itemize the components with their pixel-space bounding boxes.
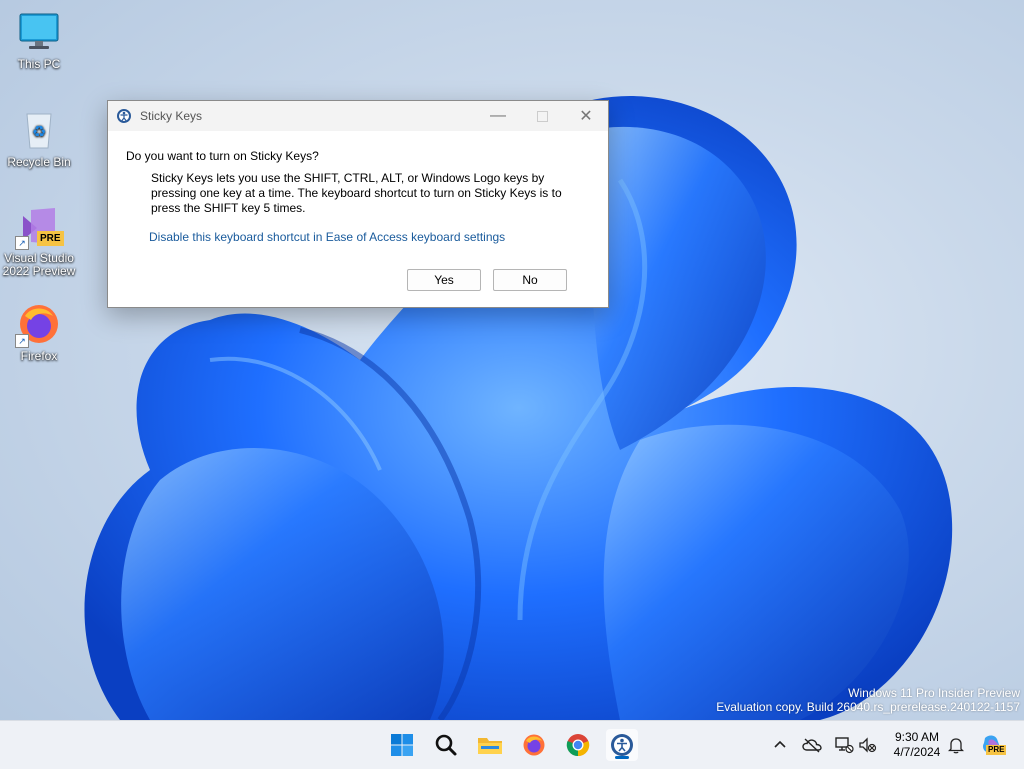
clock-date: 4/7/2024 [893, 745, 941, 759]
minimize-icon: — [490, 107, 506, 124]
volume-muted-icon [859, 737, 877, 753]
dialog-titlebar[interactable]: Sticky Keys — ✕ [108, 101, 608, 131]
minimize-button[interactable]: — [476, 101, 520, 131]
dialog-title: Sticky Keys [140, 109, 203, 123]
svg-text:♻: ♻ [32, 122, 46, 141]
no-button[interactable]: No [493, 269, 567, 291]
firefox-icon: ↗ [15, 302, 61, 348]
shortcut-arrow-icon: ↗ [15, 236, 29, 250]
clock[interactable]: 9:30 AM 4/7/2024 [884, 730, 950, 760]
maximize-icon [536, 110, 548, 122]
maximize-button [520, 101, 564, 131]
close-button[interactable]: ✕ [564, 101, 608, 131]
chevron-up-icon [774, 740, 786, 748]
dialog-description: Sticky Keys lets you use the SHIFT, CTRL… [151, 171, 562, 215]
desktop-icon-visual-studio[interactable]: PRE ↗ Visual Studio 2022 Preview [1, 204, 77, 278]
watermark-line: Evaluation copy. Build 26040.rs_prerelea… [716, 700, 1020, 714]
pre-badge: PRE [37, 231, 64, 246]
folder-icon [478, 738, 502, 754]
clock-time: 9:30 AM [894, 730, 940, 744]
file-explorer-button[interactable] [474, 729, 506, 761]
active-indicator [615, 756, 629, 759]
desktop-icon-label: Visual Studio 2022 Preview [2, 251, 76, 278]
copilot-pre-badge: PRE [986, 745, 1007, 755]
visual-studio-icon: PRE ↗ [15, 204, 64, 250]
cloud-offline-icon [802, 738, 822, 753]
copilot-button[interactable]: PRE [980, 735, 1007, 755]
onedrive-tray-button[interactable] [802, 735, 822, 755]
watermark-line: Windows 11 Pro Insider Preview [848, 686, 1020, 700]
evaluation-watermark: Windows 11 Pro Insider Preview Evaluatio… [716, 686, 1020, 714]
search-icon [435, 734, 457, 756]
ease-of-access-taskbar-button[interactable] [606, 729, 638, 761]
yes-button[interactable]: Yes [407, 269, 481, 291]
chrome-taskbar-button[interactable] [562, 729, 594, 761]
network-tray-button[interactable] [834, 735, 854, 755]
firefox-taskbar-button[interactable] [518, 729, 550, 761]
shortcut-arrow-icon: ↗ [15, 334, 29, 348]
firefox-icon [523, 734, 545, 756]
start-button[interactable] [386, 729, 418, 761]
sticky-keys-dialog: Sticky Keys — ✕ Do you want to turn on S… [107, 100, 609, 308]
notifications-button[interactable] [946, 735, 966, 755]
chrome-icon [566, 734, 590, 757]
volume-tray-button[interactable] [858, 735, 878, 755]
network-disconnected-icon [835, 737, 854, 754]
ease-of-access-icon [611, 734, 633, 756]
ease-of-access-icon [116, 108, 132, 124]
search-button[interactable] [430, 729, 462, 761]
dialog-question: Do you want to turn on Sticky Keys? [126, 149, 319, 163]
desktop-icon-recycle-bin[interactable]: ♻ Recycle Bin [1, 108, 77, 169]
monitor-icon [17, 10, 61, 54]
disable-shortcut-link[interactable]: Disable this keyboard shortcut in Ease o… [149, 230, 505, 244]
windows-logo-icon [391, 734, 413, 756]
show-hidden-icons-button[interactable] [770, 735, 790, 755]
taskbar: 9:30 AM 4/7/2024 PRE [0, 720, 1024, 769]
close-icon: ✕ [579, 108, 593, 125]
desktop-icon-label: Recycle Bin [7, 155, 71, 169]
desktop-icon-label: This PC [17, 57, 61, 71]
desktop-icon-firefox[interactable]: ↗ Firefox [1, 302, 77, 363]
bell-icon [948, 738, 964, 754]
recycle-bin-icon: ♻ [17, 108, 61, 152]
desktop-icon-label: Firefox [20, 349, 58, 363]
desktop-icon-this-pc[interactable]: This PC [1, 10, 77, 71]
